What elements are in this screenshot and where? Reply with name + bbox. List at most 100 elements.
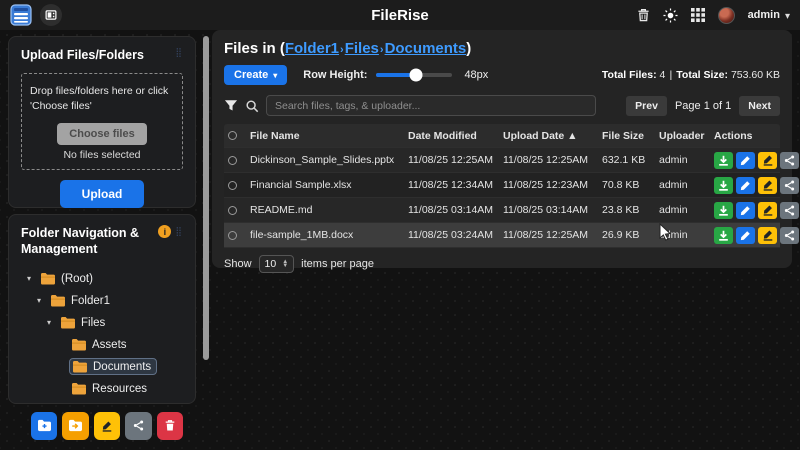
folder-actions (21, 412, 183, 440)
uploader: admin (659, 154, 714, 166)
table-row[interactable]: Financial Sample.xlsx11/08/25 12:34AM11/… (224, 173, 780, 198)
pagination: Prev Page 1 of 1 Next (626, 96, 780, 116)
slider-thumb[interactable] (409, 69, 422, 82)
show-label: Show (224, 258, 252, 270)
prev-page-button[interactable]: Prev (626, 96, 667, 116)
column-header-file-name[interactable]: File Name (250, 130, 408, 142)
tree-item-label: Assets (92, 339, 127, 351)
share-icon (784, 205, 795, 216)
delete-folder-button[interactable] (157, 412, 183, 440)
tree-caret-icon[interactable] (47, 318, 55, 327)
share-file-button[interactable] (780, 202, 799, 219)
choose-files-button[interactable]: Choose files (57, 123, 146, 145)
row-checkbox[interactable] (228, 156, 237, 165)
column-header-file-size[interactable]: File Size (602, 130, 659, 142)
tree-item-documents[interactable]: Documents (21, 356, 183, 378)
folder-icon (71, 338, 87, 351)
upload-date: 11/08/25 12:25AM (503, 154, 602, 166)
rename-file-button[interactable] (758, 202, 777, 219)
row-checkbox[interactable] (228, 181, 237, 190)
row-height-slider[interactable] (376, 73, 452, 77)
apps-grid-button[interactable] (691, 8, 705, 22)
trash-icon (164, 419, 176, 432)
download-file-button[interactable] (714, 177, 733, 194)
share-file-button[interactable] (780, 227, 799, 244)
row-actions (714, 202, 799, 219)
table-row[interactable]: file-sample_1MB.docx11/08/25 03:24AM11/0… (224, 223, 780, 248)
app-logo-icon[interactable] (10, 4, 32, 26)
share-file-button[interactable] (780, 177, 799, 194)
tree-caret-icon[interactable] (27, 274, 35, 283)
tree-item-folder1[interactable]: Folder1 (21, 290, 183, 312)
edit-file-button[interactable] (736, 152, 755, 169)
edit-file-button[interactable] (736, 227, 755, 244)
upload-card: Upload Files/Folders ⣿ Drop files/folder… (8, 36, 196, 208)
upload-button[interactable]: Upload (60, 180, 145, 208)
drag-handle-icon[interactable]: ⣿ (175, 47, 183, 58)
file-name[interactable]: README.md (250, 204, 408, 216)
avatar[interactable] (718, 7, 735, 24)
edit-file-button[interactable] (736, 177, 755, 194)
breadcrumb-link-documents[interactable]: Documents (385, 40, 467, 57)
share-folder-button[interactable] (125, 412, 151, 440)
rename-file-button[interactable] (758, 152, 777, 169)
breadcrumb-link-folder1[interactable]: Folder1 (285, 40, 339, 57)
breadcrumb-suffix: ) (466, 40, 471, 57)
column-header-upload-date--[interactable]: Upload Date ▲ (503, 130, 602, 142)
date-modified: 11/08/25 12:25AM (408, 154, 503, 166)
trash-button[interactable] (637, 8, 650, 22)
row-actions (714, 152, 799, 169)
column-header-actions[interactable]: Actions (714, 130, 776, 142)
tree-item-resources[interactable]: Resources (21, 378, 183, 400)
create-button[interactable]: Create (224, 65, 287, 85)
row-checkbox[interactable] (228, 206, 237, 215)
breadcrumb-link-files[interactable]: Files (345, 40, 379, 57)
panel-toggle-button[interactable] (40, 4, 62, 26)
download-icon (718, 155, 729, 166)
file-name[interactable]: Financial Sample.xlsx (250, 179, 408, 191)
table-row[interactable]: Dickinson_Sample_Slides.pptx11/08/25 12:… (224, 148, 780, 173)
select-all-checkbox[interactable] (228, 131, 237, 140)
edit-file-button[interactable] (736, 202, 755, 219)
folder-icon (60, 316, 76, 329)
theme-toggle-button[interactable] (663, 8, 678, 23)
uploader: admin (659, 204, 714, 216)
table-footer: Show 10 ▲▼ items per page (224, 255, 780, 273)
download-icon (718, 230, 729, 241)
column-header-uploader[interactable]: Uploader (659, 130, 714, 142)
download-file-button[interactable] (714, 227, 733, 244)
tree-item-root[interactable]: (Root) (21, 268, 183, 290)
user-menu[interactable]: admin (748, 6, 790, 24)
download-file-button[interactable] (714, 202, 733, 219)
download-file-button[interactable] (714, 152, 733, 169)
vertical-scrollbar[interactable] (203, 36, 209, 360)
share-file-button[interactable] (780, 152, 799, 169)
file-name[interactable]: file-sample_1MB.docx (250, 229, 408, 241)
rename-file-button[interactable] (758, 177, 777, 194)
filter-button[interactable] (224, 99, 238, 112)
tree-item-files[interactable]: Files (21, 312, 183, 334)
per-page-select[interactable]: 10 ▲▼ (259, 255, 295, 273)
rename-file-button[interactable] (758, 227, 777, 244)
tree-item-assets[interactable]: Assets (21, 334, 183, 356)
folder-icon (40, 272, 56, 285)
table-row[interactable]: README.md11/08/25 03:14AM11/08/25 03:14A… (224, 198, 780, 223)
next-page-button[interactable]: Next (739, 96, 780, 116)
drag-handle-icon[interactable]: ⣿ (175, 226, 183, 237)
row-checkbox[interactable] (228, 231, 237, 240)
tree-caret-icon[interactable] (37, 296, 45, 305)
tree-item-label: (Root) (61, 273, 93, 285)
page-indicator: Page 1 of 1 (675, 100, 731, 112)
rename-folder-button[interactable] (94, 412, 120, 440)
file-size: 632.1 KB (602, 154, 659, 166)
move-folder-button[interactable] (62, 412, 88, 440)
info-icon[interactable]: i (158, 225, 171, 238)
create-folder-button[interactable] (31, 412, 57, 440)
column-header-date-modified[interactable]: Date Modified (408, 130, 503, 142)
upload-card-title: Upload Files/Folders (21, 47, 144, 63)
search-input[interactable] (266, 95, 596, 116)
share-icon (784, 230, 795, 241)
upload-dropzone[interactable]: Drop files/folders here or click 'Choose… (21, 73, 183, 169)
file-name[interactable]: Dickinson_Sample_Slides.pptx (250, 154, 408, 166)
date-modified: 11/08/25 12:34AM (408, 179, 503, 191)
